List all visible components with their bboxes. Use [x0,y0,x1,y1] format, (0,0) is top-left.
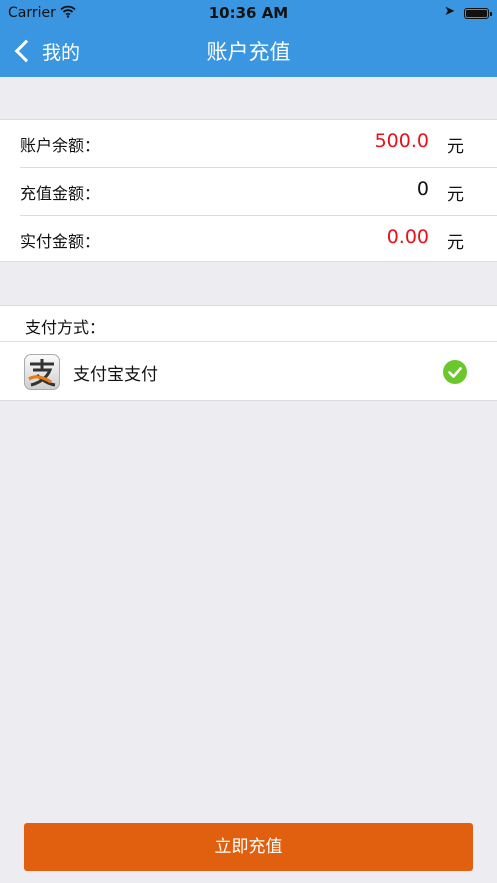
status-time: 10:36 AM [208,4,289,22]
payment-option-alipay[interactable]: 支付宝支付 [0,342,497,400]
recharge-amount-field[interactable]: 0 [417,178,429,200]
paid-amount-label: 实付金额： [20,232,101,251]
location-arrow-icon: ➤ [444,4,455,19]
page-title: 账户充值 [206,40,291,64]
payment-method-section: 支付方式： 支付宝支付 [0,305,497,401]
recharge-amount-row[interactable]: 充值金额： 0 元 [0,168,497,215]
recharge-now-button[interactable]: 立即充值 [24,823,473,871]
payment-method-title: 支付方式： [25,318,106,337]
account-summary: 账户余额： 500.0 元 充值金额： 0 元 实付金额： 0.00 元 [0,119,497,262]
recharge-amount-unit: 元 [447,185,464,205]
paid-amount-unit: 元 [447,233,464,253]
paid-amount-value: 0.00 [386,226,429,248]
alipay-icon [24,354,60,390]
status-bar: Carrier 10:36 AM ➤ [0,0,497,26]
balance-value: 500.0 [374,130,429,152]
balance-unit: 元 [447,137,464,157]
check-circle-icon[interactable] [443,360,467,384]
balance-row: 账户余额： 500.0 元 [0,120,497,167]
balance-label: 账户余额： [20,136,101,155]
paid-amount-row: 实付金额： 0.00 元 [0,216,497,263]
payment-option-label: 支付宝支付 [73,365,158,385]
battery-icon [464,8,492,19]
navigation-bar: Carrier 10:36 AM ➤ 我的 账户充值 [0,0,497,77]
recharge-amount-label: 充值金额： [20,184,101,203]
